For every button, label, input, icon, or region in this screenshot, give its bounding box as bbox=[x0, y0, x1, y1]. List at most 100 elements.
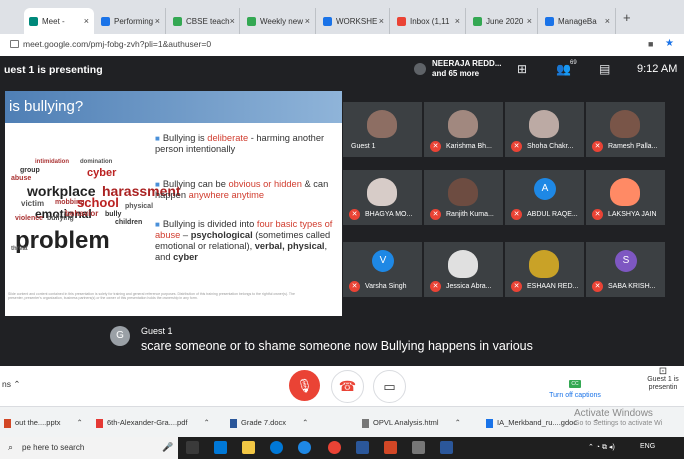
close-tab-icon[interactable]: × bbox=[455, 16, 460, 26]
meet-controls: ns ⌃ 🎙 ☎ ▭ CC Turn off captions ⊡ Guest … bbox=[0, 366, 684, 406]
participant-video bbox=[448, 110, 478, 138]
word-doc-icon[interactable] bbox=[440, 441, 453, 454]
tab-favicon-icon bbox=[173, 16, 182, 26]
presenting-label: uest 1 is presenting bbox=[4, 64, 103, 76]
participant-tile[interactable]: ✕ Ramesh Palla... bbox=[586, 102, 665, 157]
bullet-text: anywhere anytime bbox=[188, 190, 265, 200]
people-icon[interactable]: 👥 bbox=[556, 62, 571, 76]
present-button[interactable]: ⊡ Guest 1 is presentin bbox=[642, 367, 684, 392]
participant-avatar: S bbox=[615, 250, 637, 272]
participant-tile[interactable]: A ✕ ABDUL RAQE... bbox=[505, 170, 584, 225]
close-tab-icon[interactable]: × bbox=[379, 16, 384, 26]
presenter-more: and 65 more bbox=[432, 69, 480, 78]
file-explorer-icon[interactable] bbox=[242, 441, 255, 454]
participant-tile[interactable]: S ✕ SABA KRISH... bbox=[586, 242, 665, 297]
participant-tile[interactable]: V ✕ Varsha Singh bbox=[343, 242, 422, 297]
language-indicator[interactable]: ENG bbox=[640, 443, 655, 450]
participant-tile[interactable]: Guest 1 bbox=[343, 102, 422, 157]
mic-muted-icon: ✕ bbox=[592, 209, 603, 220]
mic-muted-icon: ✕ bbox=[349, 281, 360, 292]
browser-tab[interactable]: Meet - × bbox=[24, 8, 94, 34]
browser-tab[interactable]: June 2020 × bbox=[468, 8, 538, 34]
tab-favicon-icon bbox=[101, 16, 110, 26]
browser-tab[interactable]: Weekly new × bbox=[242, 8, 316, 34]
mic-muted-icon: ✕ bbox=[349, 209, 360, 220]
participant-tile[interactable]: ✕ Jessica Abra... bbox=[424, 242, 503, 297]
participant-name: Shoha Chakr... bbox=[527, 143, 574, 150]
slide-bullet: ■ Bullying is divided into four basic typ… bbox=[155, 219, 340, 263]
layout-icon[interactable]: ⊞ bbox=[517, 62, 527, 76]
ie-icon[interactable] bbox=[298, 441, 311, 454]
download-item[interactable]: out the....pptx ⌃ bbox=[4, 418, 83, 428]
search-icon: ⌕ bbox=[8, 442, 14, 452]
tab-label: Weekly new bbox=[260, 16, 303, 26]
url-text[interactable]: meet.google.com/pmj-fobg-zvh?pli=1&authu… bbox=[23, 39, 211, 49]
chevron-up-icon[interactable]: ⌃ bbox=[300, 418, 308, 427]
address-bar[interactable]: meet.google.com/pmj-fobg-zvh?pli=1&authu… bbox=[0, 34, 684, 57]
tab-label: Meet - bbox=[42, 16, 65, 26]
meet-top-bar: uest 1 is presenting NEERAJA REDD... and… bbox=[0, 56, 684, 84]
bullet-text: verbal, physical bbox=[254, 241, 325, 251]
camera-button[interactable]: ▭ bbox=[373, 370, 406, 403]
app-icon[interactable] bbox=[412, 441, 425, 454]
participant-tile[interactable]: ✕ Shoha Chakr... bbox=[505, 102, 584, 157]
close-tab-icon[interactable]: × bbox=[527, 16, 532, 26]
new-tab-button[interactable]: + bbox=[623, 10, 631, 25]
powerpoint-icon[interactable] bbox=[384, 441, 397, 454]
download-item[interactable]: Grade 7.docx ⌃ bbox=[230, 418, 308, 428]
mic-off-button[interactable]: 🎙 bbox=[289, 370, 320, 401]
download-item[interactable]: 6th-Alexander-Gra....pdf ⌃ bbox=[96, 418, 210, 428]
browser-tab[interactable]: Inbox (1,11 × bbox=[392, 8, 466, 34]
bullet-text: cyber bbox=[173, 252, 198, 262]
taskbar-search-placeholder: pe here to search bbox=[22, 443, 85, 452]
download-item[interactable]: OPVL Analysis.html ⌃ bbox=[362, 418, 461, 428]
tab-favicon-icon bbox=[397, 16, 406, 26]
chevron-up-icon[interactable]: ⌃ bbox=[201, 418, 210, 427]
close-tab-icon[interactable]: × bbox=[155, 16, 160, 26]
close-tab-icon[interactable]: × bbox=[230, 16, 235, 26]
participant-tile[interactable]: ✕ Ranjith Kuma... bbox=[424, 170, 503, 225]
activate-line1: Activate Windows bbox=[574, 408, 653, 419]
browser-tab[interactable]: CBSE teach × bbox=[168, 8, 240, 34]
browser-tab[interactable]: Performing × bbox=[96, 8, 166, 34]
task-view-icon[interactable] bbox=[186, 441, 199, 454]
bullet-text: psychological bbox=[190, 230, 253, 240]
close-tab-icon[interactable]: × bbox=[305, 16, 310, 26]
chat-icon[interactable]: ▤ bbox=[599, 62, 610, 76]
participant-name: BHAGYA MO... bbox=[365, 211, 413, 218]
download-name: out the....pptx bbox=[15, 418, 61, 427]
presentation-label[interactable]: ns ⌃ bbox=[2, 379, 20, 390]
participant-name: Guest 1 bbox=[351, 143, 376, 150]
close-tab-icon[interactable]: × bbox=[605, 16, 610, 26]
edge-icon[interactable] bbox=[270, 441, 283, 454]
chevron-up-icon[interactable]: ⌃ bbox=[453, 418, 461, 427]
participant-video bbox=[367, 110, 397, 138]
participant-tile[interactable]: ✕ ESHAAN RED... bbox=[505, 242, 584, 297]
leave-call-button[interactable]: ☎ bbox=[331, 370, 364, 403]
chrome-icon[interactable] bbox=[328, 441, 341, 454]
mic-muted-icon: ✕ bbox=[511, 209, 522, 220]
participant-name: ABDUL RAQE... bbox=[527, 211, 578, 218]
taskbar-search[interactable]: ⌕ pe here to search 🎤 bbox=[0, 437, 178, 459]
captions-toggle[interactable]: CC Turn off captions bbox=[540, 372, 610, 399]
star-icon[interactable]: ★ bbox=[665, 38, 674, 49]
browser-tab[interactable]: ManageBa × bbox=[540, 8, 616, 34]
presentation-label-text: ns bbox=[2, 379, 11, 389]
mic-muted-icon: ✕ bbox=[592, 141, 603, 152]
participant-tile[interactable]: ✕ BHAGYA MO... bbox=[343, 170, 422, 225]
browser-tab[interactable]: WORKSHE × bbox=[318, 8, 390, 34]
word-cloud-word: cyber bbox=[87, 167, 117, 179]
participant-tile[interactable]: ✕ Karishma Bh... bbox=[424, 102, 503, 157]
file-icon bbox=[96, 418, 103, 428]
camera-icon: ▭ bbox=[383, 379, 396, 394]
camera-indicator-icon[interactable]: ■ bbox=[648, 39, 653, 49]
close-tab-icon[interactable]: × bbox=[84, 16, 89, 26]
microphone-icon[interactable]: 🎤 bbox=[162, 442, 173, 453]
system-tray[interactable]: ⌃ ◔ ⧉ ◂) bbox=[588, 443, 615, 452]
word-icon[interactable] bbox=[356, 441, 369, 454]
caption-speaker: Guest 1 bbox=[141, 326, 173, 336]
presented-slide: is bullying? intimidation domination group… bbox=[5, 91, 342, 316]
store-icon[interactable] bbox=[214, 441, 227, 454]
chevron-up-icon[interactable]: ⌃ bbox=[74, 418, 83, 427]
participant-tile[interactable]: ✕ LAKSHYA JAIN bbox=[586, 170, 665, 225]
